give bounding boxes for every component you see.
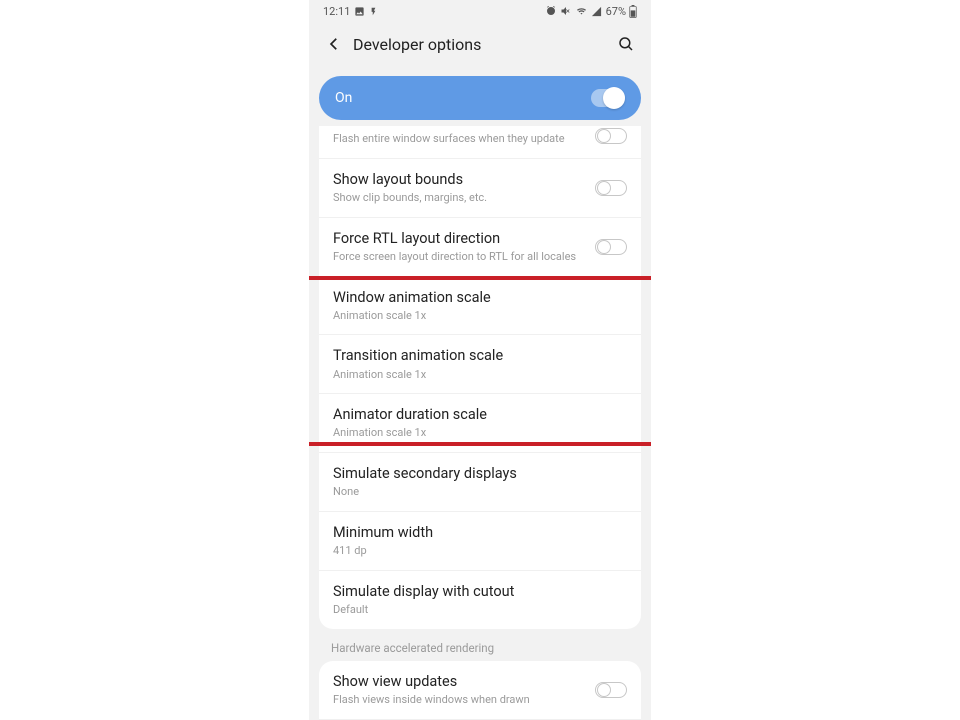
setting-subtitle: Default bbox=[333, 603, 627, 617]
wifi-icon bbox=[575, 6, 588, 17]
setting-minimum-width[interactable]: Minimum width 411 dp bbox=[319, 511, 641, 570]
setting-animator-duration-scale[interactable]: Animator duration scale Animation scale … bbox=[319, 393, 641, 452]
header: Developer options bbox=[309, 22, 651, 66]
hw-rendering-card: Show view updates Flash views inside win… bbox=[319, 661, 641, 720]
page-title: Developer options bbox=[353, 35, 615, 54]
setting-title: Minimum width bbox=[333, 524, 627, 542]
toggle-off-icon[interactable] bbox=[595, 239, 627, 255]
image-icon bbox=[354, 6, 365, 17]
toggle-off-icon[interactable] bbox=[595, 128, 627, 144]
setting-simulate-secondary-displays[interactable]: Simulate secondary displays None bbox=[319, 452, 641, 511]
setting-title: Animator duration scale bbox=[333, 406, 627, 424]
battery-icon bbox=[629, 5, 637, 18]
developer-options-master-toggle[interactable]: On bbox=[319, 76, 641, 120]
setting-subtitle: Animation scale 1x bbox=[333, 309, 627, 323]
setting-subtitle: None bbox=[333, 485, 627, 499]
search-icon bbox=[617, 35, 635, 53]
setting-subtitle: Flash views inside windows when drawn bbox=[333, 693, 585, 707]
signal-icon bbox=[591, 6, 602, 17]
setting-title: Simulate display with cutout bbox=[333, 583, 627, 601]
setting-title: Window animation scale bbox=[333, 289, 627, 307]
mute-icon bbox=[560, 5, 572, 17]
setting-subtitle: Show clip bounds, margins, etc. bbox=[333, 191, 585, 205]
setting-show-layout-bounds[interactable]: Show layout bounds Show clip bounds, mar… bbox=[319, 158, 641, 217]
phone-frame: 12:11 67% Developer options bbox=[309, 0, 651, 720]
status-time: 12:11 bbox=[323, 5, 350, 18]
setting-subtitle: 411 dp bbox=[333, 544, 627, 558]
setting-subtitle: Animation scale 1x bbox=[333, 368, 627, 382]
setting-show-view-updates[interactable]: Show view updates Flash views inside win… bbox=[319, 661, 641, 719]
setting-simulate-display-cutout[interactable]: Simulate display with cutout Default bbox=[319, 570, 641, 629]
setting-subtitle: Flash entire window surfaces when they u… bbox=[333, 132, 585, 146]
drawing-card: Flash entire window surfaces when they u… bbox=[319, 126, 641, 629]
setting-transition-animation-scale[interactable]: Transition animation scale Animation sca… bbox=[319, 334, 641, 393]
setting-subtitle: Animation scale 1x bbox=[333, 426, 627, 440]
master-toggle-label: On bbox=[335, 90, 352, 106]
chevron-left-icon bbox=[325, 35, 343, 53]
switch-on-icon bbox=[591, 89, 625, 107]
bolt-icon bbox=[369, 6, 378, 17]
alarm-icon bbox=[545, 5, 557, 17]
setting-title: Transition animation scale bbox=[333, 347, 627, 365]
setting-title: Show layout bounds bbox=[333, 171, 585, 189]
setting-show-surface-updates[interactable]: Flash entire window surfaces when they u… bbox=[319, 126, 641, 158]
battery-percent: 67% bbox=[606, 5, 626, 18]
section-label-hw-rendering: Hardware accelerated rendering bbox=[309, 629, 651, 661]
search-button[interactable] bbox=[615, 33, 637, 55]
setting-title: Simulate secondary displays bbox=[333, 465, 627, 483]
settings-list: Flash entire window surfaces when they u… bbox=[309, 126, 651, 720]
setting-title: Force RTL layout direction bbox=[333, 230, 585, 248]
status-bar: 12:11 67% bbox=[309, 0, 651, 22]
setting-window-animation-scale[interactable]: Window animation scale Animation scale 1… bbox=[319, 276, 641, 335]
toggle-off-icon[interactable] bbox=[595, 180, 627, 196]
setting-title: Show view updates bbox=[333, 673, 585, 691]
toggle-off-icon[interactable] bbox=[595, 682, 627, 698]
setting-force-rtl[interactable]: Force RTL layout direction Force screen … bbox=[319, 217, 641, 276]
back-button[interactable] bbox=[323, 33, 345, 55]
setting-subtitle: Force screen layout direction to RTL for… bbox=[333, 250, 585, 264]
